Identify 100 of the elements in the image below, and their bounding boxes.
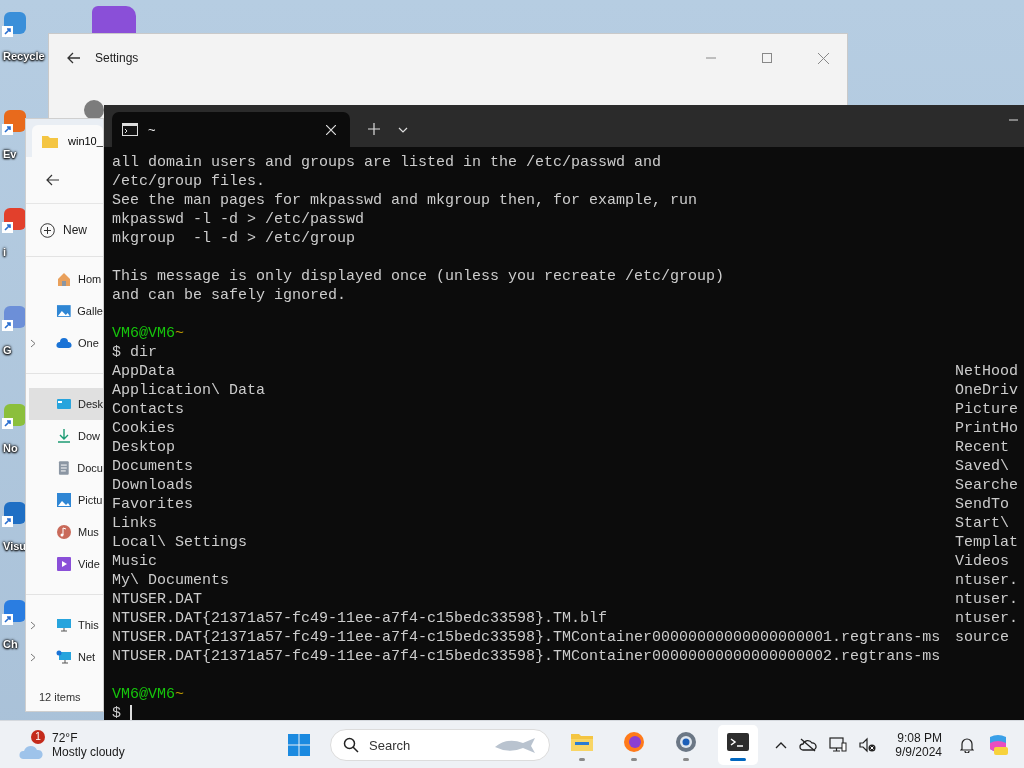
volume-mute-icon[interactable] (859, 737, 878, 753)
back-icon[interactable] (46, 174, 60, 186)
file-name: Start\ (955, 514, 1009, 533)
nav-icon (56, 428, 72, 444)
maximize-icon[interactable] (762, 53, 772, 63)
status-text: 12 items (38, 691, 82, 705)
file-name: Documents (112, 457, 194, 476)
terminal-line: mkpasswd -l -d > /etc/passwd (112, 210, 365, 229)
shortcut-icon[interactable] (0, 402, 26, 432)
file-name: Desktop (112, 438, 176, 457)
add-icon (40, 222, 55, 238)
shortcut-icon[interactable] (0, 304, 26, 334)
prompt-user: VM6@VM6 (112, 685, 175, 704)
file-name: OneDriv (955, 381, 1018, 400)
shortcut-icon[interactable] (0, 206, 26, 236)
file-name: My\ Documents (112, 571, 231, 590)
start-icon[interactable] (288, 734, 310, 756)
chevron-up-icon[interactable] (775, 741, 788, 749)
shortcut-icon[interactable] (0, 108, 26, 138)
nav-item[interactable]: One (26, 327, 103, 359)
file-name: ntuser. (955, 609, 1018, 628)
file-name: NTUSER.DAT{21371a57-fc49-11ee-a7f4-c15bedc33598}.TM.blf (112, 609, 609, 628)
file-name: Picture (955, 400, 1018, 419)
file-name: NTUSER.DAT (112, 590, 203, 609)
nav-item[interactable]: Vide (26, 548, 103, 580)
notification-badge: 1 (31, 730, 45, 744)
file-name: SendTo (955, 495, 1009, 514)
file-name: Saved\ (955, 457, 1009, 476)
terminal-line: See the man pages for mkpasswd and mkgroup then, for example, run (112, 191, 698, 210)
cloud-off-icon[interactable] (799, 738, 818, 752)
terminal-icon (122, 123, 138, 136)
dropdown-icon[interactable] (398, 127, 408, 133)
new-tab-icon[interactable] (368, 123, 380, 135)
clock[interactable]: 9:08 PM 9/9/2024 (895, 731, 942, 759)
terminal-line: /etc/group files. (112, 172, 266, 191)
nav-icon (56, 524, 72, 540)
file-name: Videos (955, 552, 1009, 571)
fish-drawing (493, 735, 537, 755)
new-button[interactable]: New (26, 218, 95, 242)
shortcut-icon[interactable] (0, 500, 26, 530)
chevron-icon[interactable] (30, 338, 36, 348)
file-name: Recent (955, 438, 1009, 457)
terminal-line: This message is only displayed once (unless you recreate /etc/group) (112, 267, 725, 286)
prompt-user: VM6@VM6 (112, 324, 175, 343)
nav-icon (56, 617, 72, 633)
window-title: Settings (95, 51, 139, 65)
file-name: Downloads (112, 476, 194, 495)
network-icon[interactable] (829, 737, 848, 753)
shortcut-icon[interactable] (0, 10, 26, 40)
terminal-line: and can be safely ignored. (112, 286, 347, 305)
terminal-line: $ dir (112, 343, 157, 362)
file-name: Favorites (112, 495, 194, 514)
file-name: Templat (955, 533, 1018, 552)
file-name: PrintHo (955, 419, 1018, 438)
nav-item[interactable]: Pictu (26, 484, 103, 516)
prompt-path: ~ (175, 324, 185, 343)
app-icon[interactable] (92, 6, 136, 33)
nav-icon (56, 556, 72, 572)
nav-item[interactable]: Dow (26, 420, 103, 452)
nav-icon (56, 492, 72, 508)
shortcut-icon[interactable] (0, 598, 26, 628)
file-name: ntuser. (955, 590, 1018, 609)
nav-icon (56, 271, 72, 287)
file-name: Application\ Data (112, 381, 267, 400)
prompt-path: ~ (175, 685, 185, 704)
file-name: Cookies (112, 419, 176, 438)
file-name: AppData (112, 362, 176, 381)
file-name: source (955, 628, 1009, 647)
back-icon[interactable] (67, 52, 81, 64)
nav-icon (55, 303, 72, 319)
file-name: NetHood (955, 362, 1018, 381)
chevron-icon[interactable] (30, 652, 36, 662)
nav-item[interactable]: Docu (26, 452, 103, 484)
window-tab[interactable]: win10_ (32, 125, 103, 157)
folder-icon (42, 134, 58, 148)
weather-condition: Mostly cloudy (52, 745, 125, 759)
browser-icon (622, 729, 646, 754)
file-name: Music (112, 552, 158, 571)
nav-icon (55, 396, 72, 412)
temperature: 72°F (52, 731, 79, 745)
gear-icon (674, 729, 698, 754)
nav-icon (56, 649, 72, 665)
nav-item[interactable]: Hom (26, 263, 103, 295)
nav-item[interactable]: Mus (26, 516, 103, 548)
bell-icon[interactable] (960, 737, 974, 753)
nav-item[interactable]: Desk (29, 388, 103, 420)
terminal-line: mkgroup -l -d > /etc/group (112, 229, 356, 248)
file-name: Searche (955, 476, 1018, 495)
file-name: Links (112, 514, 158, 533)
search-icon (343, 737, 359, 753)
terminal-tab[interactable]: ~ (112, 112, 350, 147)
nav-item[interactable]: Net (26, 641, 103, 673)
taskbar-button[interactable] (718, 725, 758, 765)
nav-item[interactable]: Galle (26, 295, 103, 327)
nav-item[interactable]: This (26, 609, 103, 641)
search-field[interactable]: Search (330, 729, 550, 761)
nav-icon (56, 335, 72, 351)
file-name: ntuser. (955, 571, 1018, 590)
file-name: NTUSER.DAT{21371a57-fc49-11ee-a7f4-c15bedc33598}.TMContainer00000000000000000001.regtrans-ms (112, 628, 942, 647)
chevron-icon[interactable] (30, 620, 36, 630)
